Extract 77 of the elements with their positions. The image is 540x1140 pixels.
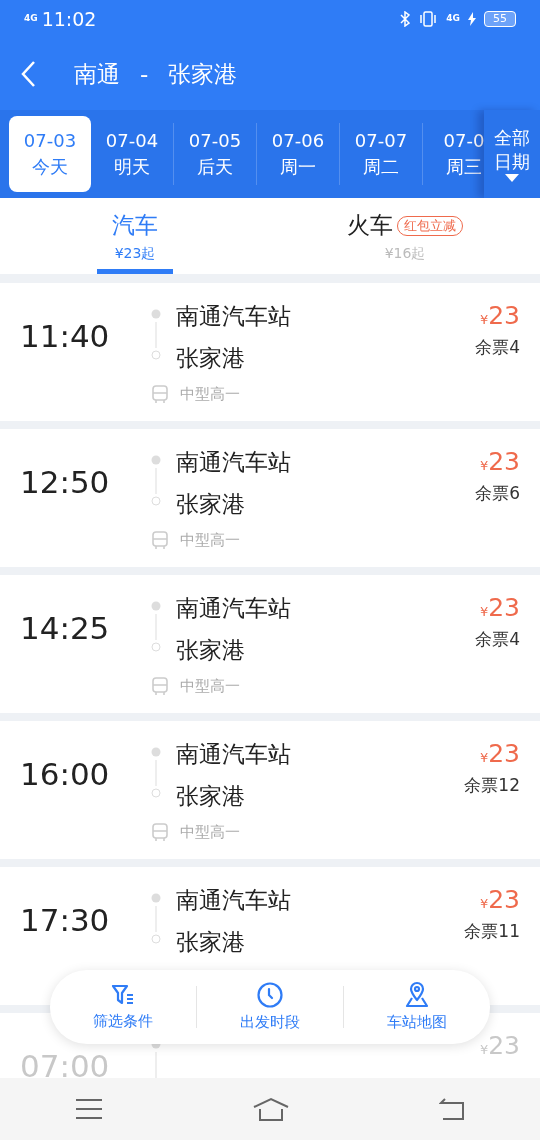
- ticket-price: 23: [488, 592, 520, 624]
- all-dates-button[interactable]: 全部 日期: [484, 110, 540, 198]
- tickets-left: 余票11: [464, 919, 520, 943]
- ticket-price: 23: [488, 884, 520, 916]
- bluetooth-icon: [400, 11, 411, 27]
- ticket-price: 23: [488, 300, 520, 332]
- origin-station: 南通汽车站: [176, 302, 292, 331]
- trip-card[interactable]: 11:40 南通汽车站 张家港 中型高一 ¥23 余票4: [0, 283, 540, 421]
- bus-icon: [152, 385, 168, 404]
- departure-time: 12:50: [20, 463, 110, 501]
- currency-symbol: ¥: [479, 312, 489, 329]
- bus-type: 中型高一: [180, 676, 240, 697]
- trip-card[interactable]: 16:00 南通汽车站 张家港 中型高一 ¥23 余票12: [0, 721, 540, 859]
- departure-time: 14:25: [20, 609, 110, 647]
- departure-time: 16:00: [20, 755, 110, 793]
- route-line-drawing: [151, 601, 161, 653]
- currency-symbol: ¥: [479, 458, 489, 475]
- date-tab[interactable]: 07-04 明天: [91, 116, 173, 192]
- date-tab[interactable]: 07-0 周三: [423, 116, 484, 192]
- trip-card[interactable]: 12:50 南通汽车站 张家港 中型高一 ¥23 余票6: [0, 429, 540, 567]
- map-pin-icon: [403, 980, 431, 1009]
- origin-station: 南通汽车站: [176, 448, 292, 477]
- origin-station: 南通汽车站: [176, 740, 292, 769]
- charging-icon: [468, 12, 476, 26]
- bus-icon: [152, 531, 168, 550]
- ticket-price: 23: [488, 446, 520, 478]
- bus-type: 中型高一: [180, 384, 240, 405]
- origin-station: 南通汽车站: [176, 886, 292, 915]
- destination-station: 张家港: [176, 636, 246, 665]
- home-button[interactable]: [253, 1097, 289, 1121]
- transport-tab[interactable]: 汽车 ¥23起: [0, 198, 270, 274]
- destination-station: 张家港: [176, 928, 246, 957]
- tickets-left: 余票4: [475, 335, 520, 359]
- date-tab[interactable]: 07-03 今天: [9, 116, 91, 192]
- bus-type: 中型高一: [180, 530, 240, 551]
- departure-time: 11:40: [20, 317, 110, 355]
- status-time: 11:02: [41, 6, 97, 32]
- route-line-drawing: [151, 455, 161, 507]
- menu-icon: [75, 1098, 103, 1120]
- return-icon: [439, 1098, 465, 1120]
- currency-symbol: ¥: [479, 604, 489, 621]
- bus-icon: [152, 823, 168, 842]
- trip-card[interactable]: 14:25 南通汽车站 张家港 中型高一 ¥23 余票4: [0, 575, 540, 713]
- home-icon: [253, 1097, 289, 1121]
- tickets-left: 余票6: [475, 481, 520, 505]
- tickets-left: 余票4: [475, 627, 520, 651]
- destination-city: 张家港: [168, 59, 238, 89]
- origin-city: 南通: [74, 59, 120, 89]
- clock-icon: [256, 980, 284, 1009]
- date-tab[interactable]: 07-07 周二: [340, 116, 422, 192]
- destination-station: 张家港: [176, 782, 246, 811]
- destination-station: 张家港: [176, 344, 246, 373]
- destination-station: 张家港: [176, 490, 246, 519]
- date-tab[interactable]: 07-05 后天: [174, 116, 256, 192]
- ticket-price: 23: [488, 738, 520, 770]
- route-separator: -: [140, 59, 149, 89]
- battery-icon: 55: [484, 11, 516, 27]
- currency-symbol: ¥: [479, 750, 489, 767]
- route-line-drawing: [151, 893, 161, 945]
- date-tab[interactable]: 07-06 周一: [257, 116, 339, 192]
- network-text: 4G: [446, 12, 460, 26]
- dropdown-icon: [505, 174, 519, 182]
- route-line-drawing: [151, 747, 161, 799]
- transport-tab[interactable]: 火车 红包立减 ¥16起: [270, 198, 540, 274]
- origin-station: 南通汽车站: [176, 594, 292, 623]
- currency-symbol: ¥: [479, 1042, 489, 1059]
- route-line-drawing: [151, 309, 161, 361]
- signal-text: 4G: [24, 12, 38, 26]
- back-icon: [20, 60, 36, 88]
- bus-icon: [152, 677, 168, 696]
- menu-button[interactable]: [75, 1098, 103, 1120]
- departure-time: 17:30: [20, 901, 110, 939]
- back-nav-button[interactable]: [439, 1098, 465, 1120]
- currency-symbol: ¥: [479, 896, 489, 913]
- tickets-left: 余票12: [464, 773, 520, 797]
- vibrate-icon: [418, 11, 439, 27]
- bus-type: 中型高一: [180, 822, 240, 843]
